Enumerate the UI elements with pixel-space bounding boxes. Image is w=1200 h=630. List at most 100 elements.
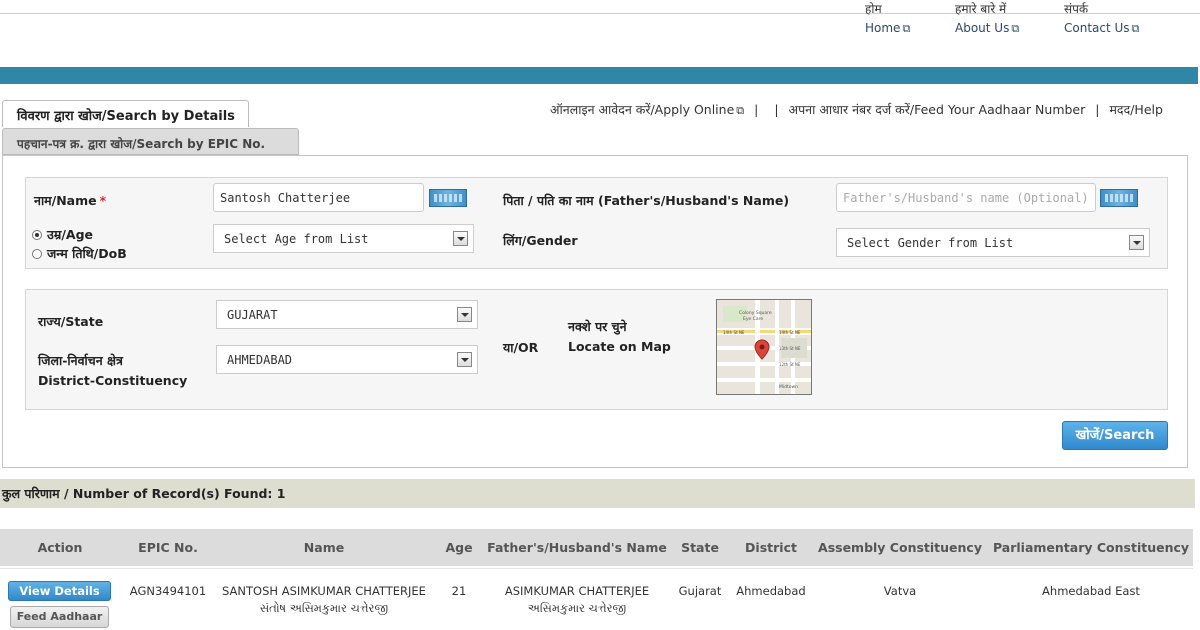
map-street-label: 14th St NE <box>723 330 745 335</box>
name-label: नाम/Name * <box>34 192 106 209</box>
th-name: Name <box>303 540 345 555</box>
radio-checked-icon <box>32 230 42 240</box>
search-button[interactable]: खोजें/Search <box>1062 421 1168 450</box>
father-name-label: पिता / पति का नाम (Father's/Husband's Na… <box>503 193 790 208</box>
state-label: राज्य/State <box>38 314 104 329</box>
district-label-hi: जिला-निर्वाचन क्षेत्र <box>38 353 123 368</box>
cell-assembly: Vatva <box>883 584 917 598</box>
gender-select-value: Select Gender from List <box>847 236 1014 250</box>
dob-radio-label: जन्म तिथि/DoB <box>47 246 127 261</box>
cell-epic: AGN3494101 <box>129 584 207 598</box>
external-link-icon: ⧉ <box>1011 22 1020 35</box>
personal-details-box: नाम/Name * Santosh Chatterjee पिता / पति … <box>25 177 1168 269</box>
cell-father-gu: અસિમકુમાર ચત્તેરજી <box>527 601 627 615</box>
nav-home[interactable]: होम Home ⧉ <box>865 0 910 38</box>
view-details-button[interactable]: View Details <box>8 581 111 601</box>
help-link[interactable]: मदद/Help <box>1109 102 1162 117</box>
records-label-sep: / <box>59 486 73 501</box>
th-action: Action <box>37 540 83 555</box>
virtual-keyboard-icon[interactable] <box>1100 189 1138 207</box>
top-divider <box>0 13 1200 14</box>
map-street-label: Midtown <box>779 384 798 390</box>
nav-about-en: About Us <box>955 21 1010 35</box>
state-select[interactable]: GUJARAT <box>216 300 478 329</box>
feed-aadhaar-link[interactable]: अपना आधार नंबर दर्ज करें/Feed Your Aadha… <box>789 102 1086 117</box>
or-label: या/OR <box>503 340 539 355</box>
nav-home-en: Home <box>865 21 901 35</box>
dob-radio[interactable]: जन्म तिथि/DoB <box>32 245 127 262</box>
cell-name: SANTOSH ASIMKUMAR CHATTERJEE સંતોષ અસિમક… <box>222 583 426 617</box>
cell-father-en: ASIMKUMAR CHATTERJEE <box>504 584 650 598</box>
tab-search-by-details[interactable]: विवरण द्वारा खोज/Search by Details <box>2 100 249 127</box>
results-table-header: Action EPIC No. Name Age Father's/Husban… <box>0 529 1193 566</box>
chevron-down-icon <box>453 231 468 246</box>
th-age: Age <box>445 540 473 555</box>
cell-father-name: ASIMKUMAR CHATTERJEE અસિમકુમાર ચત્તેરજી <box>505 583 649 617</box>
district-select-value: AHMEDABAD <box>227 353 293 367</box>
records-found-bar: कुल परिणाम / Number of Record(s) Found: … <box>0 479 1195 508</box>
locate-map-label-hi: नक्शे पर चुने <box>568 319 627 334</box>
cell-state: Gujarat <box>678 584 722 598</box>
th-parliamentary: Parliamentary Constituency <box>992 540 1190 555</box>
cell-name-en: SANTOSH ASIMKUMAR CHATTERJEE <box>222 584 426 598</box>
th-district: District <box>745 540 797 555</box>
name-label-text: नाम/Name <box>34 193 97 208</box>
required-mark: * <box>99 193 107 208</box>
top-links: ऑनलाइन आवेदन करें/Apply Online ⧉ | | अपना… <box>550 101 1163 118</box>
apply-online-link[interactable]: ऑनलाइन आवेदन करें/Apply Online ⧉ <box>550 102 744 117</box>
gender-select[interactable]: Select Gender from List <box>836 228 1150 257</box>
nav-contact-hi: संपर्क <box>1064 2 1089 16</box>
table-divider <box>0 568 1193 569</box>
virtual-keyboard-icon[interactable] <box>429 189 467 207</box>
th-father-name: Father's/Husband's Name <box>487 540 667 555</box>
gender-label: लिंग/Gender <box>503 233 578 248</box>
age-radio-label: उम्र/Age <box>47 227 93 242</box>
age-radio[interactable]: उम्र/Age <box>32 226 93 243</box>
link-separator: | <box>774 102 779 117</box>
map-street-label: Colony Square <box>739 310 772 316</box>
state-select-value: GUJARAT <box>227 308 278 322</box>
apply-online-label: ऑनलाइन आवेदन करें/Apply Online <box>550 102 735 117</box>
chevron-down-icon <box>1129 235 1144 250</box>
district-label-en: District-Constituency <box>38 373 188 388</box>
map-graphic: Colony Square Eye Care 14th St NE 14th S… <box>717 300 811 394</box>
map-street-label: 14th St NE <box>779 330 801 335</box>
age-select-value: Select Age from List <box>224 232 369 246</box>
name-input[interactable]: Santosh Chatterjee <box>213 183 424 212</box>
chevron-down-icon <box>457 352 472 367</box>
age-select[interactable]: Select Age from List <box>213 224 474 253</box>
external-link-icon: ⧉ <box>902 22 911 35</box>
radio-unchecked-icon <box>32 249 42 259</box>
header-bar <box>0 67 1198 84</box>
father-name-input[interactable]: Father's/Husband's name (Optional) <box>836 183 1096 212</box>
cell-district: Ahmedabad <box>736 584 806 598</box>
district-select[interactable]: AHMEDABAD <box>216 345 478 374</box>
map-street-label: 12th St NE <box>779 362 801 367</box>
location-box: राज्य/State GUJARAT जिला-निर्वाचन क्षेत्… <box>25 289 1168 410</box>
map-thumbnail[interactable]: Colony Square Eye Care 14th St NE 14th S… <box>716 299 812 395</box>
link-separator: | <box>754 102 759 117</box>
nav-about[interactable]: हमारे बारे में About Us ⧉ <box>955 0 1019 38</box>
cell-parliamentary: Ahmedabad East <box>1042 584 1140 598</box>
tab-search-by-epic[interactable]: पहचान-पत्र क्र. द्वारा खोज/Search by EPI… <box>2 128 299 155</box>
map-street-label: Eye Care <box>743 316 763 322</box>
link-separator: | <box>1095 102 1100 117</box>
locate-map-label: नक्शे पर चुने Locate on Map <box>568 317 671 357</box>
th-state: State <box>681 540 719 555</box>
map-street-label: 13th St NE <box>779 346 801 351</box>
locate-map-label-en: Locate on Map <box>568 339 671 354</box>
external-link-icon: ⧉ <box>1131 22 1140 35</box>
nav-contact-en: Contact Us <box>1064 21 1130 35</box>
th-assembly: Assembly Constituency <box>818 540 982 555</box>
chevron-down-icon <box>457 307 472 322</box>
cell-name-gu: સંતોષ અસિમકુમાર ચત્તેરજી <box>259 601 389 615</box>
external-link-icon: ⧉ <box>736 104 745 117</box>
feed-aadhaar-button[interactable]: Feed Aadhaar No. <box>10 606 109 628</box>
th-epic: EPIC No. <box>138 540 198 555</box>
cell-age: 21 <box>451 584 467 598</box>
nav-contact[interactable]: संपर्क Contact Us ⧉ <box>1064 0 1139 38</box>
nav-about-hi: हमारे बारे में <box>955 2 1007 16</box>
nav-home-hi: होम <box>865 2 882 16</box>
records-label-hi: कुल परिणाम <box>2 486 60 501</box>
district-label: जिला-निर्वाचन क्षेत्र District-Constitue… <box>38 351 187 391</box>
